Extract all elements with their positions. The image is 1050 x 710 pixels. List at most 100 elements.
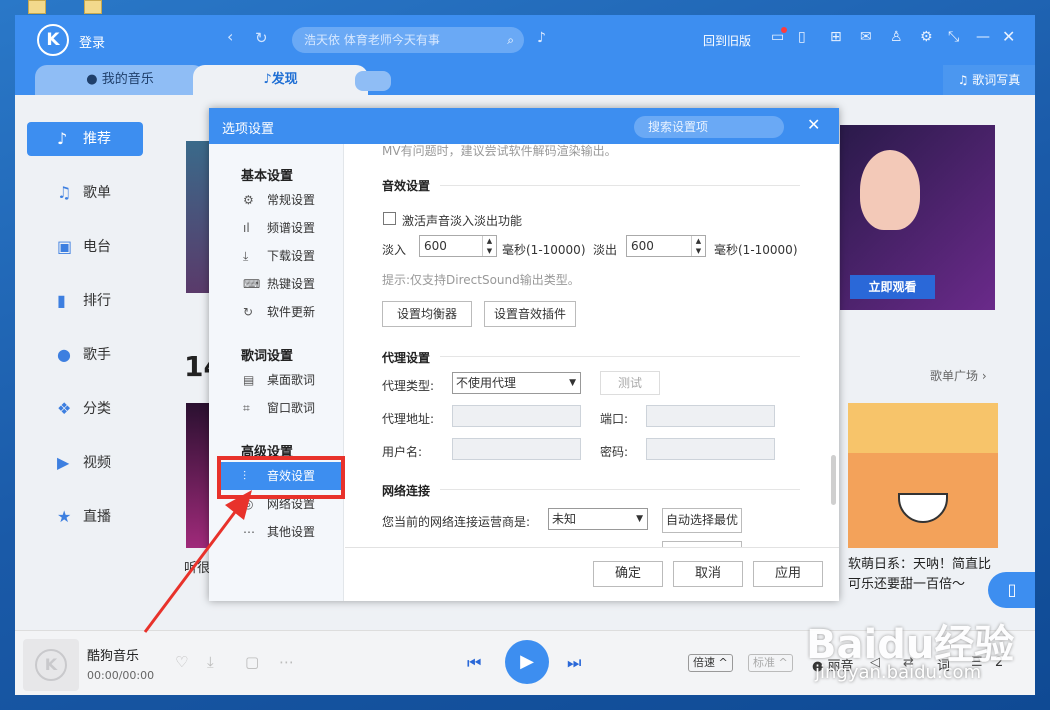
sidebar-item-radio[interactable]: ▣ 电台 xyxy=(27,230,143,264)
nav-update-label: 软件更新 xyxy=(267,305,316,319)
speed-button[interactable]: 倍速 ^ xyxy=(688,654,733,672)
search-input[interactable]: 浩天依 体育老师今天有事 ⌕ xyxy=(292,27,524,53)
fade-in-label: 淡入 xyxy=(382,243,407,257)
microphone-icon[interactable]: ♪ xyxy=(537,30,546,46)
sidebar-item-recommend[interactable]: ♪ 推荐 xyxy=(27,122,143,156)
minimize-icon[interactable]: — xyxy=(976,29,990,45)
previous-icon[interactable]: ⏮ xyxy=(467,653,481,673)
lyrics-photo-button[interactable]: ♫ 歌词写真 xyxy=(943,65,1035,95)
music-note-icon: ♪ xyxy=(57,129,68,148)
lyrics-photo-label: 歌词写真 xyxy=(972,73,1021,87)
back-icon[interactable]: ‹ xyxy=(227,27,233,46)
proxy-address-field[interactable] xyxy=(452,405,581,427)
proxy-section-title: 代理设置 xyxy=(382,351,431,365)
tab-my-music[interactable]: ● 我的音乐 xyxy=(35,65,205,95)
apps-icon[interactable]: ⊞ xyxy=(830,29,842,45)
ok-button[interactable]: 确定 xyxy=(593,561,663,587)
search-icon[interactable]: ⌕ xyxy=(507,27,514,53)
play-button[interactable]: ▶ xyxy=(505,640,549,684)
mail-icon[interactable]: ✉ xyxy=(860,29,872,45)
sidebar-item-playlist[interactable]: ♫ 歌单 xyxy=(27,176,143,210)
song-title[interactable]: 酷狗音乐 xyxy=(87,645,139,664)
spectrum-icon: ıl xyxy=(243,221,250,235)
cut-off-text: MV有问题时，建议尝试软件解码渲染输出。 xyxy=(382,144,617,158)
playlist-caption-right[interactable]: 软萌日系：天呐！简直比可乐还要甜一百倍～ xyxy=(848,555,998,595)
proxy-user-field[interactable] xyxy=(452,438,581,460)
dialog-scrollbar[interactable] xyxy=(831,455,836,505)
nav-desktop-lyric[interactable]: ▤ 桌面歌词 xyxy=(217,366,344,394)
mobile-icon[interactable]: ▯ xyxy=(798,29,806,45)
play-icon: ▶ xyxy=(520,651,534,672)
anime-character-image xyxy=(860,150,920,230)
playlist-square-link[interactable]: 歌单广场 › xyxy=(930,367,987,384)
network-section-title: 网络连接 xyxy=(382,484,431,498)
proxy-port-field[interactable] xyxy=(646,405,775,427)
tab-extra[interactable] xyxy=(355,71,391,91)
quality-button[interactable]: 标准 ^ xyxy=(748,654,793,672)
sidebar-item-video[interactable]: ▶ 视频 xyxy=(27,446,143,480)
isp-select[interactable]: 未知 ▼ xyxy=(548,508,648,530)
nav-window-lyric[interactable]: ⌗ 窗口歌词 xyxy=(217,394,344,422)
nav-general[interactable]: ⚙ 常规设置 xyxy=(217,186,344,214)
sidebar-item-label: 排行 xyxy=(83,293,111,309)
playlist-caption-left[interactable]: 听很 xyxy=(184,557,210,576)
proxy-test-button[interactable]: 测试 xyxy=(600,371,660,395)
user-icon: ● xyxy=(86,72,102,87)
settings-search-input[interactable]: 搜索设置项 xyxy=(634,116,784,138)
dialog-footer: 确定 取消 应用 xyxy=(345,547,839,601)
playlist-cover-right[interactable] xyxy=(848,403,998,548)
isp-value: 未知 xyxy=(552,512,577,526)
tab-my-music-label: 我的音乐 xyxy=(101,72,154,87)
tab-discover[interactable]: ♪发现 xyxy=(193,65,368,95)
settings-icon[interactable]: ⚙ xyxy=(920,29,933,45)
proxy-type-select[interactable]: 不使用代理 ▼ xyxy=(452,372,581,394)
refresh-icon[interactable]: ↻ xyxy=(255,29,268,47)
kugou-logo[interactable]: K xyxy=(37,24,69,56)
fade-in-input[interactable]: 600 ▲ ▼ xyxy=(419,235,497,257)
nav-other[interactable]: ⋯ 其他设置 xyxy=(217,518,344,546)
sidebar-item-singer[interactable]: ● 歌手 xyxy=(27,338,143,372)
tab-discover-label: 发现 xyxy=(271,72,298,87)
close-icon[interactable]: ✕ xyxy=(1002,27,1015,46)
equalizer-button[interactable]: 设置均衡器 xyxy=(382,301,472,327)
more-icon[interactable]: ⋯ xyxy=(279,653,294,671)
mobile-float-button[interactable]: ▯ xyxy=(988,572,1035,608)
sound-plugin-button[interactable]: 设置音效插件 xyxy=(484,301,576,327)
proxy-password-field[interactable] xyxy=(646,438,775,460)
apply-button[interactable]: 应用 xyxy=(753,561,823,587)
proxy-type-value: 不使用代理 xyxy=(456,376,517,390)
banner-image-right[interactable]: 立即观看 xyxy=(840,125,995,310)
mini-mode-icon[interactable]: ⤡ xyxy=(948,29,959,45)
login-link[interactable]: 登录 xyxy=(79,32,105,51)
tab-bar: ● 我的音乐 ♪发现 ♫ 歌词写真 xyxy=(15,65,1035,95)
proxy-port-label: 端口: xyxy=(600,412,629,426)
auto-select-button[interactable]: 自动选择最优 xyxy=(662,508,742,533)
dialog-close-icon[interactable]: ✕ xyxy=(807,115,820,134)
nav-window-lyric-label: 窗口歌词 xyxy=(267,401,316,415)
album-cover[interactable]: K xyxy=(23,639,79,691)
update-icon: ↻ xyxy=(243,305,254,319)
sidebar-item-live[interactable]: ★ 直播 xyxy=(27,500,143,534)
sidebar-item-category[interactable]: ❖ 分类 xyxy=(27,392,143,426)
watch-now-button[interactable]: 立即观看 xyxy=(850,275,935,299)
dialog-title: 选项设置 xyxy=(222,122,275,137)
nav-hotkey[interactable]: ⌨ 热键设置 xyxy=(217,270,344,298)
nav-spectrum[interactable]: ıl 频谱设置 xyxy=(217,214,344,242)
fade-checkbox[interactable] xyxy=(383,212,396,225)
next-icon[interactable]: ⏭ xyxy=(567,653,581,673)
fade-in-stepper[interactable]: ▲ ▼ xyxy=(482,236,496,256)
fade-out-stepper[interactable]: ▲ ▼ xyxy=(691,236,705,256)
old-version-link[interactable]: 回到旧版 xyxy=(703,32,751,49)
settings-nav: 基本设置 ⚙ 常规设置 ıl 频谱设置 ⤓ 下载设置 ⌨ 热键设置 ↻ 软件更新 歌词设置… xyxy=(209,144,344,601)
notification-dot xyxy=(781,27,787,33)
sidebar-item-ranking[interactable]: ▮ 排行 xyxy=(27,284,143,318)
nav-download[interactable]: ⤓ 下载设置 xyxy=(217,242,344,270)
heart-icon[interactable]: ♡ xyxy=(175,653,188,671)
download-icon[interactable]: ⤓ xyxy=(207,653,214,671)
nav-update[interactable]: ↻ 软件更新 xyxy=(217,298,344,326)
fade-out-input[interactable]: 600 ▲ ▼ xyxy=(626,235,706,257)
lyrics-photo-icon: ♫ xyxy=(957,73,973,87)
comment-icon[interactable]: ▢ xyxy=(245,653,259,671)
cancel-button[interactable]: 取消 xyxy=(673,561,743,587)
skin-icon[interactable]: ♙ xyxy=(890,29,903,45)
